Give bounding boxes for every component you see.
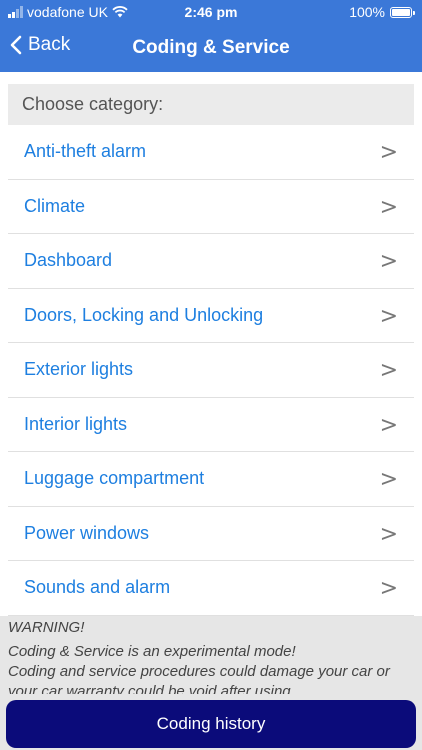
- category-label: Anti-theft alarm: [24, 141, 147, 161]
- category-doors-locking[interactable]: Doors, Locking and Unlocking >: [8, 289, 414, 343]
- back-label: Back: [28, 34, 71, 55]
- category-climate[interactable]: Climate >: [8, 180, 414, 234]
- category-luggage-compartment[interactable]: Luggage compartment >: [8, 452, 414, 507]
- chevron-right-icon: >: [379, 521, 398, 547]
- battery-percent: 100%: [349, 4, 385, 20]
- category-interior-lights[interactable]: Interior lights >: [8, 398, 414, 452]
- warning-title: WARNING!: [8, 619, 85, 636]
- category-section-header: Choose category:: [8, 84, 414, 125]
- coding-history-button[interactable]: Coding history: [6, 700, 416, 748]
- category-label: Doors, Locking and Unlocking: [24, 304, 264, 325]
- category-dashboard[interactable]: Dashboard >: [8, 234, 414, 289]
- chevron-left-icon: [10, 35, 22, 55]
- battery-icon: [390, 6, 415, 18]
- battery-status: 100%: [349, 4, 415, 20]
- chevron-right-icon: >: [379, 194, 398, 220]
- chevron-right-icon: >: [379, 412, 398, 438]
- back-button[interactable]: Back: [10, 34, 70, 56]
- chevron-right-icon: >: [379, 358, 398, 383]
- chevron-right-icon: >: [379, 467, 398, 492]
- chevron-right-icon: >: [379, 576, 398, 601]
- warning-line-2: Coding and service procedures could dama…: [8, 663, 390, 694]
- category-anti-theft-alarm[interactable]: Anti-theft alarm >: [8, 125, 414, 180]
- category-label: Interior lights: [24, 413, 128, 434]
- category-label: Dashboard: [24, 250, 113, 270]
- chevron-right-icon: >: [379, 303, 398, 329]
- chevron-right-icon: >: [379, 249, 398, 274]
- category-sounds-and-alarm[interactable]: Sounds and alarm >: [8, 561, 414, 616]
- category-list: Anti-theft alarm > Climate > Dashboard >…: [8, 125, 414, 616]
- category-label: Sounds and alarm: [24, 577, 171, 597]
- warning-line-1: Coding & Service is an experimental mode…: [8, 643, 296, 660]
- status-bar: vodafone UK 2:46 pm 100%: [0, 0, 422, 24]
- section-header-label: Choose category:: [22, 94, 164, 114]
- category-power-windows[interactable]: Power windows >: [8, 507, 414, 561]
- warning-panel[interactable]: WARNING! Coding & Service is an experime…: [0, 616, 422, 694]
- category-exterior-lights[interactable]: Exterior lights >: [8, 343, 414, 398]
- category-label: Climate: [24, 195, 86, 216]
- navigation-bar: Back Coding & Service: [0, 24, 422, 72]
- category-label: Power windows: [24, 522, 150, 543]
- chevron-right-icon: >: [379, 140, 398, 165]
- category-label: Exterior lights: [24, 359, 134, 379]
- category-label: Luggage compartment: [24, 468, 205, 488]
